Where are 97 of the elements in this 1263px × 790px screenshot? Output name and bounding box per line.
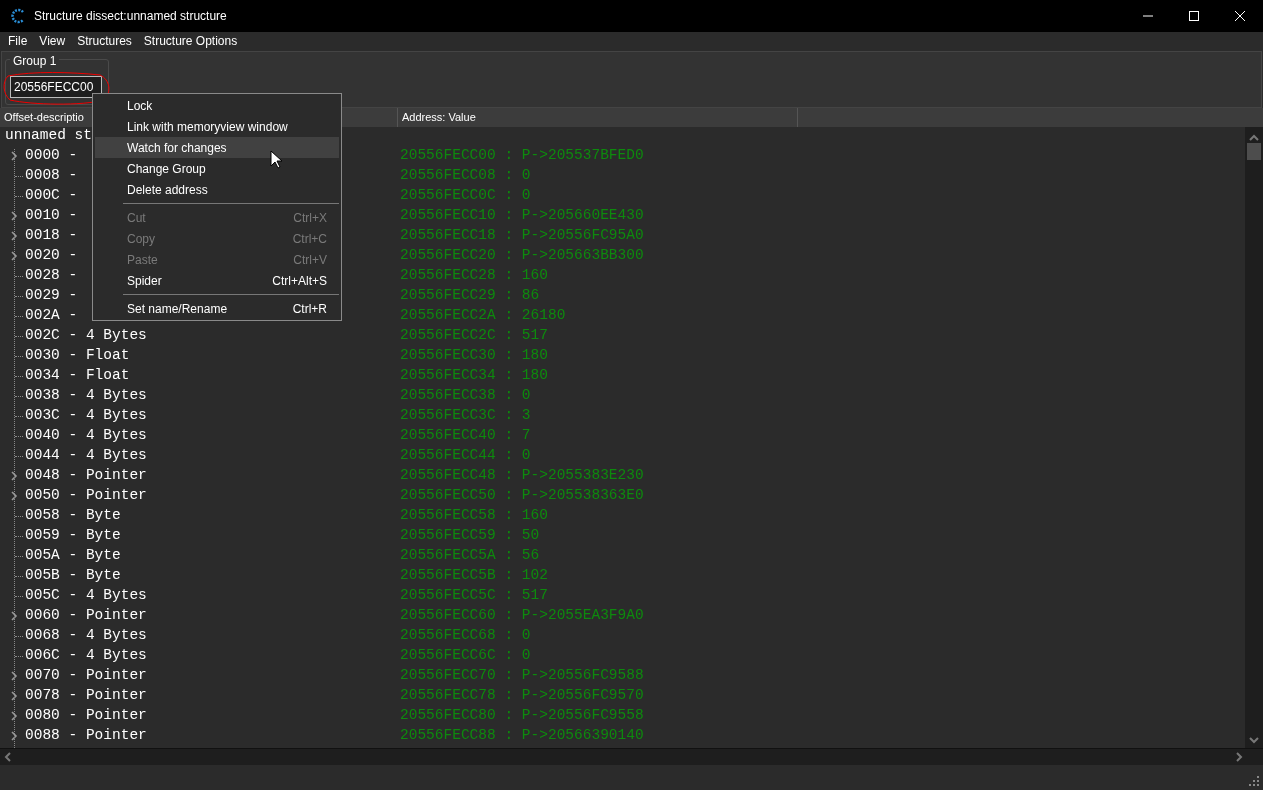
offset-label: 0044 - 4 Bytes bbox=[25, 447, 147, 464]
menu-item[interactable]: File bbox=[4, 32, 32, 50]
address-value: 20556FECC80 : P->20556FC9558 bbox=[400, 706, 644, 726]
scrollbar-thumb[interactable] bbox=[1247, 143, 1261, 160]
menu-item[interactable]: Structure Options bbox=[139, 32, 242, 50]
address-value: 20556FECC2A : 26180 bbox=[400, 306, 566, 326]
offset-label: 0018 - bbox=[25, 227, 78, 244]
offset-label: 002C - 4 Bytes bbox=[25, 327, 147, 344]
expand-chevron-icon[interactable] bbox=[11, 471, 18, 481]
offset-label: 0030 - Float bbox=[25, 347, 130, 364]
group-label: Group 1 bbox=[10, 54, 60, 68]
menu-option[interactable]: Change Group bbox=[95, 158, 339, 179]
menu-item[interactable]: Structures bbox=[73, 32, 136, 50]
address-value: 20556FECC40 : 7 bbox=[400, 426, 531, 446]
address-value: 20556FECC08 : 0 bbox=[400, 166, 531, 186]
menu-option[interactable]: Set name/Rename Ctrl+R bbox=[95, 298, 339, 319]
address-value: 20556FECC10 : P->205660EE430 bbox=[400, 206, 644, 226]
offset-label: 005B - Byte bbox=[25, 567, 121, 584]
mouse-cursor-icon bbox=[270, 150, 282, 169]
expand-chevron-icon[interactable] bbox=[11, 611, 18, 621]
address-value: 20556FECC28 : 160 bbox=[400, 266, 548, 286]
scroll-left-icon[interactable] bbox=[4, 752, 12, 762]
offset-label: 0020 - bbox=[25, 247, 78, 264]
address-value: 20556FECC60 : P->2055EA3F9A0 bbox=[400, 606, 644, 626]
offset-label: 0008 - bbox=[25, 167, 78, 184]
offset-label: 000C - bbox=[25, 187, 78, 204]
address-value: 20556FECC88 : P->20566390140 bbox=[400, 726, 644, 746]
offset-label: 0050 - Pointer bbox=[25, 487, 147, 504]
offset-label: 0028 - bbox=[25, 267, 78, 284]
address-value: 20556FECC44 : 0 bbox=[400, 446, 531, 466]
expand-chevron-icon[interactable] bbox=[11, 671, 18, 681]
address-value: 20556FECC58 : 160 bbox=[400, 506, 548, 526]
address-value: 20556FECC3C : 3 bbox=[400, 406, 531, 426]
menu-item[interactable]: View bbox=[35, 32, 70, 50]
address-value: 20556FECC70 : P->20556FC9588 bbox=[400, 666, 644, 686]
offset-label: 0010 - bbox=[25, 207, 78, 224]
address-value: 20556FECC18 : P->20556FC95A0 bbox=[400, 226, 644, 246]
offset-label: 0059 - Byte bbox=[25, 527, 121, 544]
offset-label: 005A - Byte bbox=[25, 547, 121, 564]
expand-chevron-icon[interactable] bbox=[11, 151, 18, 161]
expand-chevron-icon[interactable] bbox=[11, 491, 18, 501]
address-value: 20556FECC50 : P->205538363E0 bbox=[400, 486, 644, 506]
address-value: 20556FECC20 : P->205663BB300 bbox=[400, 246, 644, 266]
address-value: 20556FECC5A : 56 bbox=[400, 546, 540, 566]
expand-chevron-icon[interactable] bbox=[11, 211, 18, 221]
address-value: 20556FECC30 : 180 bbox=[400, 346, 548, 366]
address-field[interactable]: 20556FECC00 bbox=[10, 76, 102, 98]
address-value: 20556FECC5B : 102 bbox=[400, 566, 548, 586]
address-value: 20556FECC2C : 517 bbox=[400, 326, 548, 346]
offset-label: 0058 - Byte bbox=[25, 507, 121, 524]
menu-option[interactable]: Spider Ctrl+Alt+S bbox=[95, 270, 339, 291]
address-value: 20556FECC29 : 86 bbox=[400, 286, 540, 306]
offset-label: 002A - bbox=[25, 307, 78, 324]
scroll-down-icon[interactable] bbox=[1249, 736, 1259, 744]
address-value: 20556FECC38 : 0 bbox=[400, 386, 531, 406]
offset-label: 0068 - 4 Bytes bbox=[25, 627, 147, 644]
offset-label: 005C - 4 Bytes bbox=[25, 587, 147, 604]
expand-chevron-icon[interactable] bbox=[11, 711, 18, 721]
address-value: 20556FECC5C : 517 bbox=[400, 586, 548, 606]
offset-label: 0060 - Pointer bbox=[25, 607, 147, 624]
scroll-up-icon[interactable] bbox=[1249, 134, 1259, 142]
window-title: Structure dissect:unnamed structure bbox=[34, 8, 227, 25]
maximize-icon bbox=[1188, 10, 1200, 22]
offset-label: 0070 - Pointer bbox=[25, 667, 147, 684]
address-value: 20556FECC68 : 0 bbox=[400, 626, 531, 646]
offset-label: 0034 - Float bbox=[25, 367, 130, 384]
offset-label: 0088 - Pointer bbox=[25, 727, 147, 744]
address-value: 20556FECC0C : 0 bbox=[400, 186, 531, 206]
expand-chevron-icon[interactable] bbox=[11, 691, 18, 701]
offset-label: 006C - 4 Bytes bbox=[25, 647, 147, 664]
menu-option[interactable]: Link with memoryview window bbox=[95, 116, 339, 137]
address-value: 20556FECC59 : 50 bbox=[400, 526, 540, 546]
expand-chevron-icon[interactable] bbox=[11, 251, 18, 261]
offset-label: 0038 - 4 Bytes bbox=[25, 387, 147, 404]
expand-chevron-icon[interactable] bbox=[11, 731, 18, 741]
address-value: 20556FECC48 : P->2055383E230 bbox=[400, 466, 644, 486]
address-value: 20556FECC00 : P->205537BFED0 bbox=[400, 146, 644, 166]
column-header[interactable]: Address: Value bbox=[398, 108, 798, 127]
offset-label: 0080 - Pointer bbox=[25, 707, 147, 724]
address-value: 20556FECC78 : P->20556FC9570 bbox=[400, 686, 644, 706]
menu-option[interactable]: Lock bbox=[95, 95, 339, 116]
menu-option[interactable]: Delete address bbox=[95, 179, 339, 200]
tree-root-label[interactable]: unnamed st bbox=[5, 127, 92, 143]
scroll-right-icon[interactable] bbox=[1235, 752, 1243, 762]
offset-label: 0048 - Pointer bbox=[25, 467, 147, 484]
menu-option[interactable]: Watch for changes bbox=[95, 137, 339, 158]
offset-label: 0000 - bbox=[25, 147, 78, 164]
offset-label: 0029 - bbox=[25, 287, 78, 304]
address-value: 20556FECC6C : 0 bbox=[400, 646, 531, 666]
offset-label: 0078 - Pointer bbox=[25, 687, 147, 704]
resize-grip-icon[interactable] bbox=[1248, 775, 1260, 787]
expand-chevron-icon[interactable] bbox=[11, 231, 18, 241]
close-icon bbox=[1234, 10, 1246, 22]
app-logo-icon bbox=[10, 8, 26, 24]
offset-label: 0040 - 4 Bytes bbox=[25, 427, 147, 444]
address-value: 20556FECC34 : 180 bbox=[400, 366, 548, 386]
offset-label: 003C - 4 Bytes bbox=[25, 407, 147, 424]
